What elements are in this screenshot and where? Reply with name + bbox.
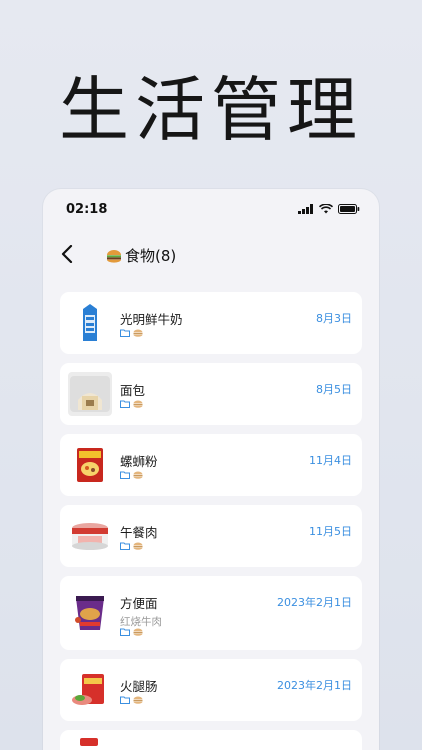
hero-title: 生活管理 <box>59 69 363 151</box>
item-name: 方便面 <box>120 596 158 611</box>
item-tags <box>120 400 143 408</box>
folder-icon <box>120 696 130 704</box>
list-item[interactable]: 面包 8月5日 <box>60 363 362 425</box>
chevron-left-icon <box>61 245 73 263</box>
item-name: 光明鲜牛奶 <box>120 312 183 327</box>
item-tags <box>120 542 143 550</box>
status-bar: 02:18 <box>43 189 379 229</box>
item-tags <box>120 628 143 636</box>
list-item[interactable]: 午餐肉 11月5日 <box>60 505 362 567</box>
item-date: 2023年2月1日 <box>277 596 352 609</box>
nav-title-text: 食物(8) <box>125 247 177 265</box>
item-name: 午餐肉 <box>120 525 158 540</box>
item-name: 面包 <box>120 383 146 398</box>
phone-screen: 02:18 食物(8) 光明鲜牛奶 8月3日 面包 8月5日 螺蛳粉 11月4日… <box>43 189 379 750</box>
folder-icon <box>120 628 130 636</box>
item-thumbnail <box>80 738 98 746</box>
burger-icon <box>133 696 143 704</box>
folder-icon <box>120 542 130 550</box>
battery-icon <box>338 204 360 214</box>
item-note: 红烧牛肉 <box>120 616 162 628</box>
instant-noodle-cup-image <box>68 590 112 634</box>
item-name: 火腿肠 <box>120 679 158 694</box>
item-tags <box>120 471 143 479</box>
wifi-icon <box>319 204 333 214</box>
folder-icon <box>120 471 130 479</box>
nav-title: 食物(8) <box>106 245 176 266</box>
item-date: 2023年2月1日 <box>277 679 352 692</box>
status-icons <box>298 204 360 214</box>
bread-bag-image <box>68 372 112 416</box>
burger-icon <box>133 400 143 408</box>
list-item[interactable]: 螺蛳粉 11月4日 <box>60 434 362 496</box>
status-time: 02:18 <box>66 202 108 217</box>
noodle-pack-image <box>68 443 112 487</box>
luncheon-meat-can-image <box>68 514 112 558</box>
list-item[interactable]: 火腿肠 2023年2月1日 <box>60 659 362 721</box>
folder-icon <box>120 400 130 408</box>
burger-icon <box>133 542 143 550</box>
back-button[interactable] <box>53 239 81 269</box>
list-item[interactable]: 光明鲜牛奶 8月3日 <box>60 292 362 354</box>
milk-carton-image <box>68 301 112 345</box>
burger-icon <box>133 329 143 337</box>
item-date: 11月4日 <box>309 454 352 467</box>
list-item[interactable] <box>60 730 362 750</box>
item-date: 8月3日 <box>316 312 352 325</box>
signal-icon <box>298 204 313 214</box>
list-item[interactable]: 方便面 2023年2月1日 红烧牛肉 <box>60 576 362 650</box>
folder-icon <box>120 329 130 337</box>
burger-icon <box>133 628 143 636</box>
item-name: 螺蛳粉 <box>120 454 158 469</box>
burger-icon <box>133 471 143 479</box>
item-date: 11月5日 <box>309 525 352 538</box>
item-tags <box>120 696 143 704</box>
ham-sausage-image <box>68 668 112 712</box>
nav-bar: 食物(8) <box>43 233 379 275</box>
item-tags <box>120 329 143 337</box>
food-list: 光明鲜牛奶 8月3日 面包 8月5日 螺蛳粉 11月4日 午餐肉 11月5日 方… <box>60 292 362 750</box>
burger-icon <box>107 249 121 263</box>
item-date: 8月5日 <box>316 383 352 396</box>
